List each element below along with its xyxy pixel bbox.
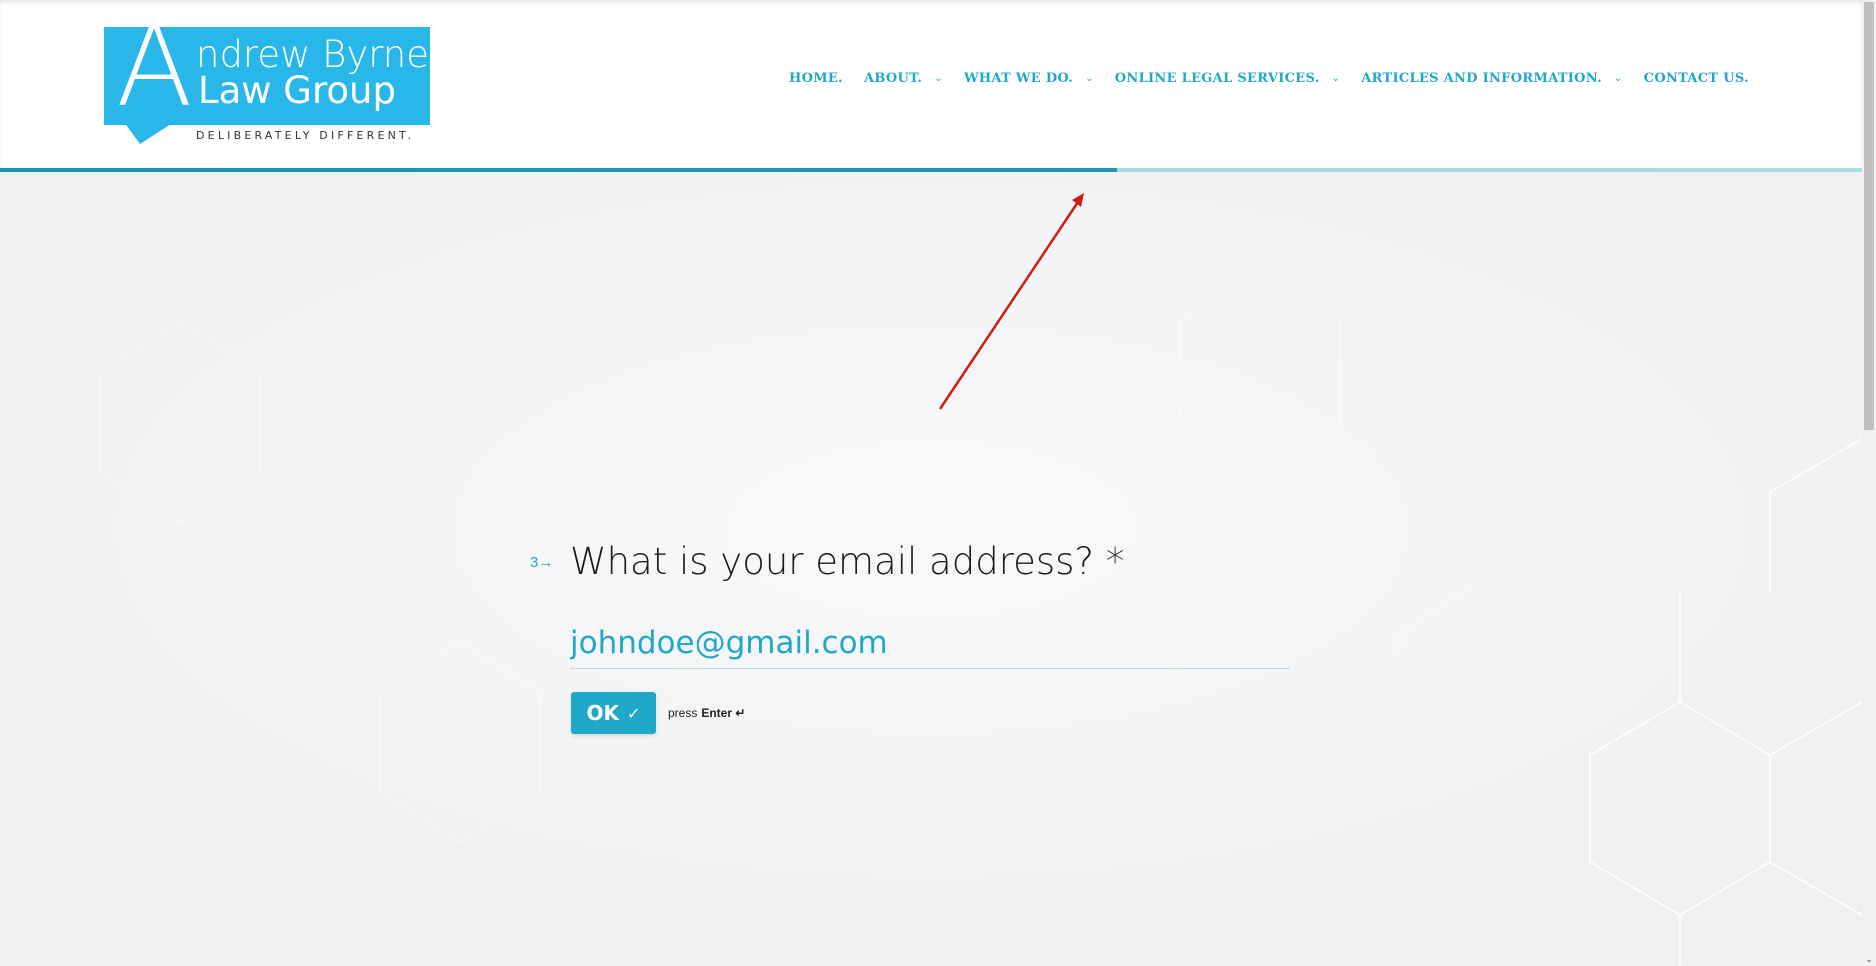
nav-item-contact[interactable]: CONTACT US. <box>1644 71 1749 86</box>
question-text: What is your email address? * <box>570 540 1125 583</box>
scroll-down-icon[interactable]: ⌄ <box>1863 952 1875 966</box>
chevron-down-icon: ⌄ <box>1085 73 1094 84</box>
ok-button-label: OK <box>586 701 620 725</box>
nav-item-what-we-do[interactable]: WHAT WE DO. ⌄ <box>964 71 1094 86</box>
nav-item-about[interactable]: ABOUT. ⌄ <box>864 71 943 86</box>
chevron-down-icon: ⌄ <box>1613 73 1623 84</box>
enter-key-label: Enter ↵ <box>701 706 746 720</box>
logo-initial: A <box>116 2 193 132</box>
vertical-scrollbar[interactable]: ⌄ <box>1862 0 1876 966</box>
email-field[interactable] <box>570 618 1290 669</box>
nav-item-home[interactable]: HOME. <box>789 71 843 86</box>
nav-item-label: WHAT WE DO. <box>963 71 1074 86</box>
nav-item-label: ABOUT. <box>863 71 923 86</box>
form-question: 3→ What is your email address? * <box>530 540 1124 583</box>
nav-item-label: CONTACT US. <box>1643 71 1749 86</box>
press-enter-hint: press Enter ↵ <box>668 706 746 720</box>
logo-name-line2: Law Group <box>198 69 396 112</box>
chevron-down-icon: ⌄ <box>934 73 943 84</box>
ok-button[interactable]: OK ✓ <box>571 692 656 734</box>
nav-item-online-legal-services[interactable]: ONLINE LEGAL SERVICES. ⌄ <box>1115 71 1340 86</box>
site-header: A ndrew Byrnes Law Group DELIBERATELY DI… <box>0 0 1862 171</box>
right-arrow-icon: → <box>538 554 554 571</box>
nav-item-label: ARTICLES AND INFORMATION. <box>1361 71 1602 86</box>
main-nav: HOME. ABOUT. ⌄ WHAT WE DO. ⌄ ONLINE LEGA… <box>789 71 1749 86</box>
logo-tagline: DELIBERATELY DIFFERENT. <box>196 129 415 142</box>
nav-item-articles[interactable]: ARTICLES AND INFORMATION. ⌄ <box>1361 71 1622 86</box>
scrollbar-thumb[interactable] <box>1864 2 1874 430</box>
check-icon: ✓ <box>627 703 641 723</box>
question-number: 3→ <box>530 554 554 571</box>
site-logo[interactable]: A ndrew Byrnes Law Group DELIBERATELY DI… <box>104 11 448 145</box>
nav-item-label: ONLINE LEGAL SERVICES. <box>1114 71 1320 86</box>
chevron-down-icon: ⌄ <box>1331 73 1341 84</box>
nav-item-label: HOME. <box>789 71 843 86</box>
